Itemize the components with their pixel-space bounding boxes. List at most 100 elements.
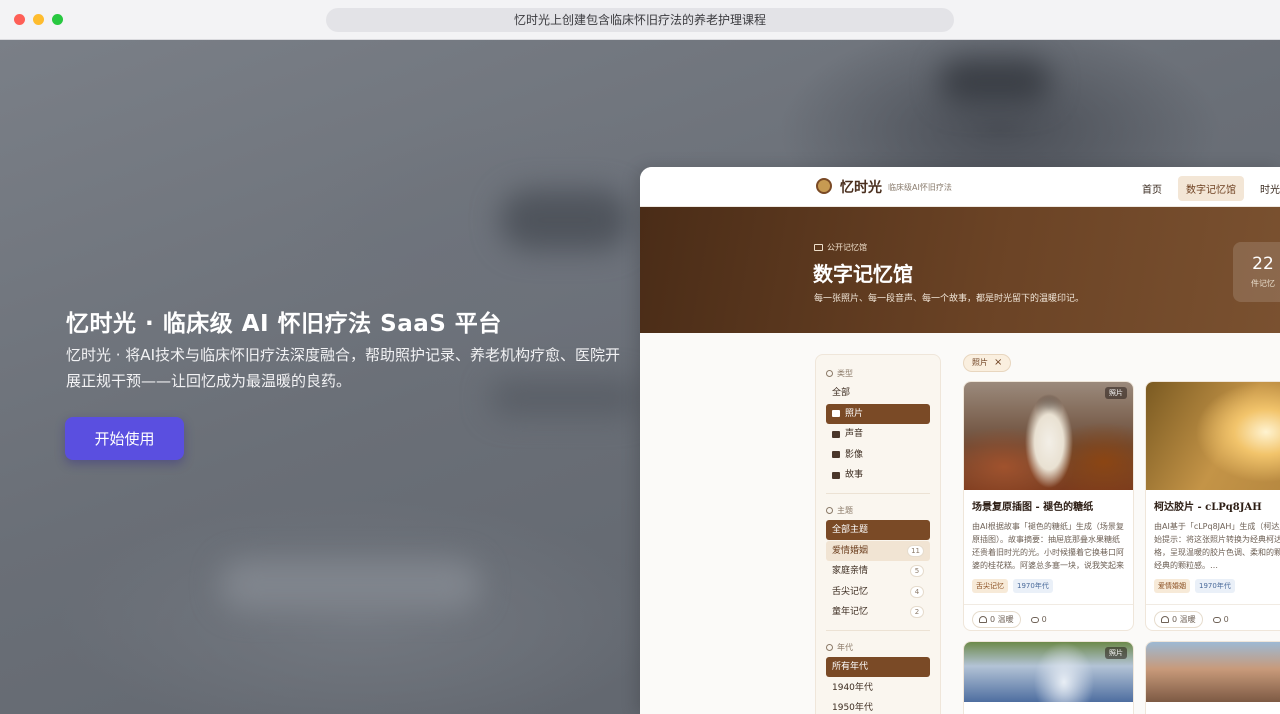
era-tag: 1970年代 (1195, 579, 1235, 593)
nav-collection[interactable]: 时光典藏 (1252, 176, 1280, 201)
heart-icon (1161, 616, 1169, 623)
memory-card[interactable]: 柯达胶片 - cLPq8JAH 由AI基于「cLPq8JAH」生成（柯达胶片原始… (1145, 381, 1280, 631)
gallery-icon (814, 244, 823, 251)
divider (826, 493, 930, 494)
memory-photo: 照片 (964, 642, 1133, 702)
comment-icon (1030, 616, 1039, 623)
comment-button[interactable]: 0 (1212, 615, 1229, 624)
theme-label: 全部主题 (832, 525, 869, 535)
browser-chrome: 忆时光上创建包含临床怀旧疗法的养老护理课程 (0, 0, 1280, 40)
theme-filter-title: 主题 (826, 500, 930, 520)
type-item-video[interactable]: 影像 (826, 445, 930, 465)
background-blur-shape (220, 560, 480, 610)
divider (826, 630, 930, 631)
hero-title: 忆时光 · 临床级 AI 怀旧疗法 SaaS 平台 (66, 311, 502, 337)
theme-item-food[interactable]: 舌尖记忆 4 (826, 582, 930, 602)
warm-count: 0 温暖 (990, 615, 1014, 624)
background-blur-shape (500, 190, 630, 250)
nav-memory-hall[interactable]: 数字记忆馆 (1178, 176, 1244, 201)
tag-icon (826, 506, 833, 514)
start-button[interactable]: 开始使用 (65, 417, 184, 460)
clock-logo-icon (816, 178, 832, 194)
comment-count: 0 (1223, 615, 1229, 624)
image-icon (832, 410, 840, 417)
banner-tag-label: 公开记忆馆 (827, 243, 867, 252)
theme-item-all[interactable]: 全部主题 (826, 520, 930, 540)
memory-photo (1146, 642, 1280, 702)
memory-card[interactable]: 照片 (963, 641, 1134, 714)
era-label: 所有年代 (832, 662, 869, 672)
memory-card-footer: 0 温暖 0 (1146, 604, 1280, 630)
memory-card-title: 场景复原插图 - 褪色的糖纸 (972, 502, 1094, 513)
type-badge: 照片 (1105, 387, 1127, 399)
type-label: 全部 (832, 388, 851, 398)
memory-count-card: 22 件记忆 (1233, 242, 1280, 302)
layers-icon (826, 369, 833, 377)
app-preview: 忆时光 临床级AI怀旧疗法 首页 数字记忆馆 时光典藏 公开记忆馆 数字记忆馆 … (640, 167, 1280, 714)
active-filter-chip[interactable]: 照片 × (963, 354, 1012, 372)
comment-button[interactable]: 0 (1030, 615, 1047, 624)
warm-button[interactable]: 0 温暖 (972, 611, 1021, 628)
era-label: 1940年代 (832, 682, 873, 693)
banner-title: 数字记忆馆 (813, 262, 913, 286)
minimize-window-button[interactable] (33, 14, 44, 25)
era-item-1950s[interactable]: 1950年代 (826, 698, 930, 714)
memory-photo (1146, 382, 1280, 490)
era-label: 1950年代 (832, 703, 873, 713)
type-label: 故事 (845, 470, 864, 480)
app-logo-subtitle: 临床级AI怀旧疗法 (888, 183, 952, 192)
memory-card-tags: 爱情婚姻 1970年代 (1154, 579, 1280, 593)
type-label: 声音 (845, 429, 864, 439)
comment-count: 0 (1041, 615, 1047, 624)
background-blur-shape (940, 60, 1050, 104)
close-icon[interactable]: × (994, 355, 1002, 371)
memory-card[interactable] (1145, 641, 1280, 714)
theme-item-family[interactable]: 家庭亲情 5 (826, 561, 930, 581)
era-item-1940s[interactable]: 1940年代 (826, 678, 930, 698)
memory-hall-banner: 公开记忆馆 数字记忆馆 每一张照片、每一段音声、每一个故事，都是时光留下的温暖印… (640, 207, 1280, 333)
type-label: 照片 (845, 408, 864, 419)
type-item-photo[interactable]: 照片 (826, 403, 930, 424)
book-icon (832, 471, 840, 479)
filter-chip-label: 照片 (972, 358, 988, 367)
warm-button[interactable]: 0 温暖 (1154, 611, 1203, 628)
theme-label: 爱情婚姻 (832, 545, 869, 556)
type-item-story[interactable]: 故事 (826, 465, 930, 485)
app-navbar: 忆时光 临床级AI怀旧疗法 首页 数字记忆馆 时光典藏 (640, 167, 1280, 207)
nav-links: 首页 数字记忆馆 时光典藏 (1134, 176, 1280, 201)
memory-card-title: 柯达胶片 - cLPq8JAH (1154, 502, 1262, 513)
memory-content: 类型 全部 照片 声音 影像 故事 主题 全部主题 爱情婚姻 11 家庭亲情 5 舌… (640, 333, 1280, 714)
theme-label: 舌尖记忆 (832, 586, 869, 597)
theme-item-childhood[interactable]: 童年记忆 2 (826, 602, 930, 622)
memory-card[interactable]: 照片 场景复原插图 - 褪色的糖纸 由AI根据故事「褪色的糖纸」生成（场景复原插… (963, 381, 1134, 631)
history-icon (826, 643, 833, 651)
era-tag: 1970年代 (1013, 579, 1053, 593)
heart-icon (979, 616, 987, 623)
type-item-all[interactable]: 全部 (826, 383, 930, 403)
theme-filter-label: 主题 (837, 505, 853, 515)
theme-tag: 爱情婚姻 (1154, 579, 1190, 593)
type-filter-title: 类型 (826, 363, 930, 383)
theme-label: 家庭亲情 (832, 566, 869, 576)
type-label: 影像 (845, 449, 864, 460)
type-item-audio[interactable]: 声音 (826, 424, 930, 444)
zoom-window-button[interactable] (52, 14, 63, 25)
filter-sidebar: 类型 全部 照片 声音 影像 故事 主题 全部主题 爱情婚姻 11 家庭亲情 5 舌… (815, 354, 941, 714)
theme-label: 童年记忆 (832, 607, 869, 617)
warm-count: 0 温暖 (1172, 615, 1196, 624)
theme-count-badge: 5 (910, 565, 924, 577)
memory-card-description: 由AI根据故事「褪色的糖纸」生成（场景复原插图）。故事摘要：抽屉底那叠水果糖纸还… (972, 522, 1124, 570)
theme-item-love[interactable]: 爱情婚姻 11 (826, 540, 930, 561)
app-logo[interactable]: 忆时光 (840, 177, 882, 197)
close-window-button[interactable] (14, 14, 25, 25)
era-item-all[interactable]: 所有年代 (826, 657, 930, 677)
memory-count-label: 件记忆 (1251, 279, 1275, 288)
memory-count: 22 (1252, 254, 1274, 274)
era-filter-title: 年代 (826, 637, 930, 657)
address-bar[interactable]: 忆时光上创建包含临床怀旧疗法的养老护理课程 (326, 8, 954, 32)
memory-card-tags: 舌尖记忆 1970年代 (972, 579, 1125, 593)
memory-card-footer: 0 温暖 0 (964, 604, 1133, 630)
hero-section: 忆时光 · 临床级 AI 怀旧疗法 SaaS 平台 忆时光 · 将AI技术与临床… (0, 40, 1280, 714)
memory-photo: 照片 (964, 382, 1133, 490)
nav-home[interactable]: 首页 (1134, 176, 1170, 201)
